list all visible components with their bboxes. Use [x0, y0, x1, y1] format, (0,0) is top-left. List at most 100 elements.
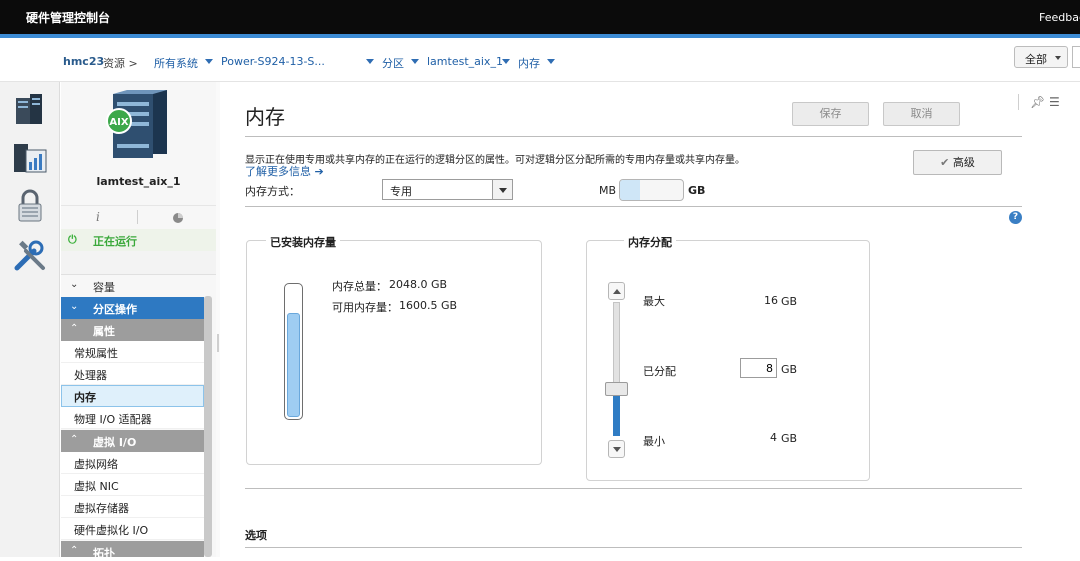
partition-name: lamtest_aix_1 [96, 175, 181, 188]
divider [137, 210, 138, 224]
min-value: 4 [770, 431, 777, 444]
sidebar-item-memory[interactable]: 内存 [61, 385, 204, 407]
sidebar-item-general-properties[interactable]: 常规属性 [61, 341, 204, 363]
save-button[interactable]: 保存 [792, 102, 869, 126]
chevron-down-icon: ⌄ [70, 279, 79, 290]
chevron-down-icon [613, 447, 621, 452]
slider-decrease-button[interactable] [608, 440, 625, 458]
assigned-memory-input[interactable] [740, 358, 777, 378]
status-text: 正在运行 [93, 235, 137, 248]
chevron-down-icon [499, 188, 507, 193]
total-memory-value: 2048.0 GB [389, 278, 448, 291]
allocation-slider-handle[interactable] [605, 382, 628, 396]
sidebar-item-virtual-storage[interactable]: 虚拟存储器 [61, 496, 204, 518]
sidebar-section-topology[interactable]: ⌃ 拓扑 [61, 541, 204, 560]
chevron-up-icon: ⌃ [70, 434, 79, 445]
divider [245, 206, 1022, 207]
breadcrumb-lpar[interactable]: lamtest_aix_1 [427, 55, 503, 68]
info-icon[interactable]: i [96, 210, 100, 224]
options-section-title: 选项 [245, 529, 267, 542]
breadcrumb-partitions[interactable]: 分区 [382, 55, 404, 71]
check-icon: ✔ [940, 156, 950, 169]
max-label: 最大 [643, 295, 665, 308]
sidebar-section-capacity[interactable]: ⌄ 容量 [61, 275, 204, 297]
pin-icon[interactable]: 📌︎ ☰ [1030, 95, 1060, 109]
breadcrumb-resources[interactable]: 资源 > [103, 55, 138, 71]
partition-avatar: AIX [106, 90, 167, 158]
sidebar-item-physical-io[interactable]: 物理 I/O 适配器 [61, 407, 204, 429]
unit-gb-label: GB [688, 184, 706, 197]
divider [1018, 94, 1019, 110]
panel-splitter[interactable] [216, 82, 220, 557]
sidebar-item-virtual-network[interactable]: 虚拟网络 [61, 452, 204, 474]
chevron-down-icon[interactable] [205, 59, 213, 64]
scope-filter-select[interactable]: 全部 [1014, 46, 1068, 68]
chevron-down-icon[interactable] [502, 59, 510, 64]
performance-icon[interactable] [12, 140, 48, 176]
memory-gauge [284, 283, 303, 420]
memory-mode-label: 内存方式： [245, 185, 300, 198]
help-icon[interactable]: ? [1009, 211, 1022, 224]
assigned-unit: GB [781, 363, 798, 376]
breadcrumb-memory[interactable]: 内存 [518, 55, 540, 71]
available-memory-label: 可用内存量： [332, 301, 398, 314]
breadcrumb-host[interactable]: hmc23 [63, 55, 104, 68]
min-unit: GB [781, 432, 798, 445]
sidebar-scrollbar[interactable] [204, 296, 212, 557]
divider [245, 136, 1022, 137]
search-input[interactable] [1072, 46, 1080, 68]
available-memory-value: 1600.5 GB [399, 299, 458, 312]
learn-more-link[interactable]: 了解更多信息 ➔ [245, 163, 324, 179]
toggle-knob[interactable] [620, 180, 640, 200]
breadcrumb-all-systems[interactable]: 所有系统 [154, 55, 198, 71]
total-memory-label: 内存总量： [332, 280, 387, 293]
lock-icon[interactable] [12, 188, 48, 224]
splitter-grip[interactable] [217, 334, 219, 352]
installed-memory-title: 已安装内存量 [266, 234, 340, 250]
unit-mb-label: MB [599, 184, 617, 197]
divider [245, 488, 1022, 489]
aix-badge: AIX [109, 117, 128, 128]
memory-allocation-panel [586, 240, 870, 481]
sidebar-item-hw-virtual-io[interactable]: 硬件虚拟化 I/O [61, 518, 204, 540]
chevron-up-icon: ⌃ [70, 323, 79, 334]
cancel-button[interactable]: 取消 [883, 102, 960, 126]
pie-chart-icon[interactable] [172, 212, 184, 224]
sidebar-section-partition-actions[interactable]: ⌄ 分区操作 [61, 297, 204, 319]
chevron-up-icon: ⌃ [70, 545, 79, 556]
tools-icon[interactable] [12, 237, 48, 273]
power-icon: ⏻ [68, 233, 77, 246]
partition-info-row: i [61, 205, 216, 229]
chevron-down-icon [1055, 56, 1061, 60]
max-value: 16 [764, 294, 778, 307]
chevron-down-icon[interactable] [366, 59, 374, 64]
memory-allocation-title: 内存分配 [624, 234, 676, 250]
sidebar-item-virtual-nic[interactable]: 虚拟 NIC [61, 474, 204, 496]
sidebar-section-virtual-io[interactable]: ⌃ 虚拟 I/O [61, 430, 204, 452]
max-unit: GB [781, 295, 798, 308]
scope-filter-label: 全部 [1025, 53, 1047, 66]
chevron-down-icon: ⌄ [70, 301, 79, 312]
page-title: 内存 [245, 105, 285, 129]
memory-mode-value: 专用 [390, 185, 412, 198]
advanced-button[interactable]: ✔ 高级 [913, 150, 1002, 175]
top-bar: 硬件管理控制台 Feedback [0, 0, 1080, 34]
assigned-label: 已分配 [643, 365, 676, 378]
feedback-link[interactable]: Feedback [1039, 11, 1080, 24]
slider-increase-button[interactable] [608, 282, 625, 300]
min-label: 最小 [643, 435, 665, 448]
breadcrumb-server[interactable]: Power-S924-13-S... [221, 55, 325, 68]
chevron-down-icon[interactable] [411, 59, 419, 64]
chevron-up-icon [613, 289, 621, 294]
app-title: 硬件管理控制台 [26, 11, 111, 25]
dropdown-button[interactable] [492, 180, 512, 199]
allocation-slider-fill [613, 391, 620, 436]
divider [245, 547, 1022, 548]
unit-toggle[interactable] [619, 179, 684, 201]
servers-icon[interactable] [12, 90, 48, 126]
memory-gauge-fill [287, 313, 300, 417]
memory-mode-select[interactable]: 专用 [382, 179, 513, 200]
sidebar-item-processors[interactable]: 处理器 [61, 363, 204, 385]
chevron-down-icon[interactable] [547, 59, 555, 64]
sidebar-section-properties[interactable]: ⌃ 属性 [61, 319, 204, 341]
